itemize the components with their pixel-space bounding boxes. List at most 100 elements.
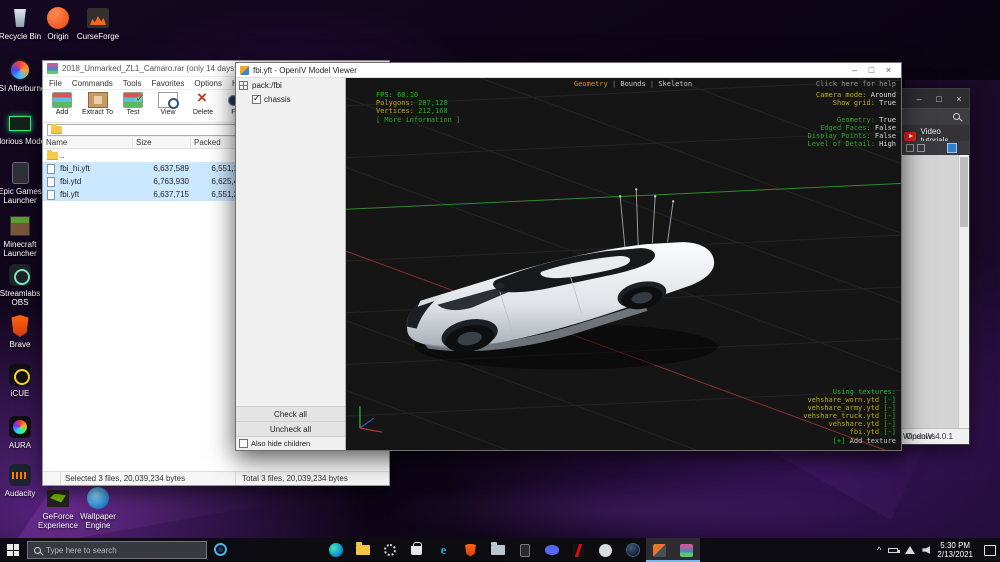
taskbar-search[interactable] <box>27 541 207 559</box>
uncheck-all-button[interactable]: Uncheck all <box>236 421 345 436</box>
textures-header: Using textures: <box>833 388 896 396</box>
volume-icon[interactable] <box>922 546 930 554</box>
taskbar-app-openiv-active[interactable] <box>646 538 673 562</box>
taskbar-app-edge[interactable] <box>322 538 349 562</box>
mode-geometry[interactable]: Geometry <box>574 80 608 88</box>
maximize-icon[interactable] <box>929 89 949 108</box>
add-button[interactable]: Add <box>47 92 77 116</box>
msi-afterburner-icon <box>9 59 31 81</box>
archive-path-dropdown[interactable] <box>47 124 247 136</box>
hidden-icons-chevron[interactable]: ^ <box>877 545 881 555</box>
grid-view-icon[interactable] <box>917 144 925 152</box>
status-total: Total 3 files, 20,039,234 bytes <box>236 474 354 483</box>
taskbar-app-browser[interactable]: e <box>430 538 457 562</box>
model-grid-icon <box>239 81 248 90</box>
mode-skeleton[interactable]: Skeleton <box>658 80 692 88</box>
close-icon[interactable] <box>949 89 969 108</box>
taskbar-app-file-explorer[interactable] <box>349 538 376 562</box>
openiv-app-icon <box>240 66 249 75</box>
taskbar-app-steam[interactable] <box>619 538 646 562</box>
openiv-icon <box>653 544 666 557</box>
info-icon[interactable] <box>947 143 957 153</box>
more-information-link[interactable]: [ More information ] <box>376 116 460 124</box>
cortana-button[interactable] <box>214 543 227 556</box>
folder-up-icon <box>47 152 58 160</box>
column-size[interactable]: Size <box>133 137 191 148</box>
close-icon[interactable] <box>880 63 897 77</box>
recycle-bin-icon <box>13 9 27 27</box>
taskbar-app-winrar-active[interactable] <box>673 538 700 562</box>
tree-root-pack-fbi[interactable]: pack:/fbi <box>236 78 345 93</box>
taskbar-app-light[interactable] <box>592 538 619 562</box>
scrollbar-thumb[interactable] <box>960 157 968 227</box>
texture-entry[interactable]: vehshare_worn.ytd [-] <box>807 396 896 404</box>
help-link[interactable]: Click here for help <box>816 80 896 88</box>
taskbar: e ^ 5:30 PM 2/13/2021 <box>0 538 1000 562</box>
taskbar-app-folder[interactable] <box>484 538 511 562</box>
mode-bounds[interactable]: Bounds <box>620 80 645 88</box>
menu-options[interactable]: Options <box>194 79 222 88</box>
extract-to-button[interactable]: Extract To <box>82 92 113 116</box>
test-icon <box>123 92 143 108</box>
menu-commands[interactable]: Commands <box>72 79 113 88</box>
desktop-icon-wallpaper-engine[interactable]: Wallpaper Engine <box>69 485 127 530</box>
view-button[interactable]: View <box>153 92 183 116</box>
add-texture-icon: [+] <box>833 437 846 445</box>
viewport[interactable]: Geometry | Bounds | Skeleton Click here … <box>346 78 901 450</box>
check-all-button[interactable]: Check all <box>236 406 345 421</box>
texture-entry[interactable]: vehshare.ytd [-] <box>829 420 896 428</box>
taskbar-apps: e <box>322 538 700 562</box>
checkbox-checked-icon[interactable] <box>252 95 261 104</box>
round-app-icon <box>599 544 612 557</box>
minimize-icon[interactable] <box>909 89 929 108</box>
store-bag-icon <box>411 546 422 555</box>
vertices-counter: Vertices: 212,168 <box>376 107 448 115</box>
camera-mode-setting[interactable]: Camera mode: Around <box>816 91 896 99</box>
taskbar-app-brave[interactable] <box>457 538 484 562</box>
menu-tools[interactable]: Tools <box>123 79 142 88</box>
edged-faces-setting[interactable]: Edged Faces: False <box>820 124 896 132</box>
minimize-icon[interactable] <box>846 63 863 77</box>
wallpaper-facet <box>380 480 1000 540</box>
taskbar-app-store[interactable] <box>403 538 430 562</box>
desktop-icon-curseforge[interactable]: CurseForge <box>69 5 127 41</box>
taskbar-app-epic[interactable] <box>511 538 538 562</box>
also-hide-children-option[interactable]: Also hide children <box>236 436 345 450</box>
texture-entry[interactable]: vehshare_army.ytd [-] <box>807 404 896 412</box>
file-icon <box>47 190 55 200</box>
checkbox-unchecked-icon[interactable] <box>239 439 248 448</box>
epic-games-icon <box>12 162 29 184</box>
remove-texture-icon: [-] <box>883 404 896 412</box>
clock[interactable]: 5:30 PM 2/13/2021 <box>937 541 973 559</box>
tree-item-chassis[interactable]: chassis <box>236 93 345 106</box>
taskbar-app-netflix[interactable] <box>565 538 592 562</box>
search-input[interactable] <box>46 546 186 555</box>
texture-entry[interactable]: vehshare_truck.ytd [-] <box>803 412 896 420</box>
model-viewer-titlebar[interactable]: fbi.yft - OpenIV Model Viewer <box>236 63 901 78</box>
texture-entry[interactable]: fbi.ytd [-] <box>850 428 896 436</box>
show-grid-setting[interactable]: Show grid: True <box>833 99 896 107</box>
origin-icon <box>47 7 69 29</box>
display-points-setting[interactable]: Display Points: False <box>807 132 896 140</box>
list-view-icon[interactable] <box>906 144 914 152</box>
start-button[interactable] <box>0 538 26 562</box>
level-of-detail-setting[interactable]: Level of Detail: High <box>807 140 896 148</box>
notification-center-icon[interactable] <box>984 545 996 556</box>
delete-button[interactable]: Delete <box>188 92 218 116</box>
gear-icon <box>384 544 396 556</box>
maximize-icon[interactable] <box>863 63 880 77</box>
battery-icon[interactable] <box>888 548 898 553</box>
column-name[interactable]: Name <box>43 137 133 148</box>
test-button[interactable]: Test <box>118 92 148 116</box>
file-icon <box>47 164 55 174</box>
taskbar-app-discord[interactable] <box>538 538 565 562</box>
scrollbar[interactable] <box>958 155 969 428</box>
add-texture-button[interactable]: [+] Add texture <box>833 437 896 445</box>
edge-icon <box>329 543 343 557</box>
taskbar-app-settings[interactable] <box>376 538 403 562</box>
menu-file[interactable]: File <box>49 79 62 88</box>
menu-favorites[interactable]: Favorites <box>151 79 184 88</box>
geometry-setting[interactable]: Geometry: True <box>837 116 896 124</box>
search-icon[interactable] <box>953 113 960 120</box>
network-icon[interactable] <box>905 546 915 554</box>
